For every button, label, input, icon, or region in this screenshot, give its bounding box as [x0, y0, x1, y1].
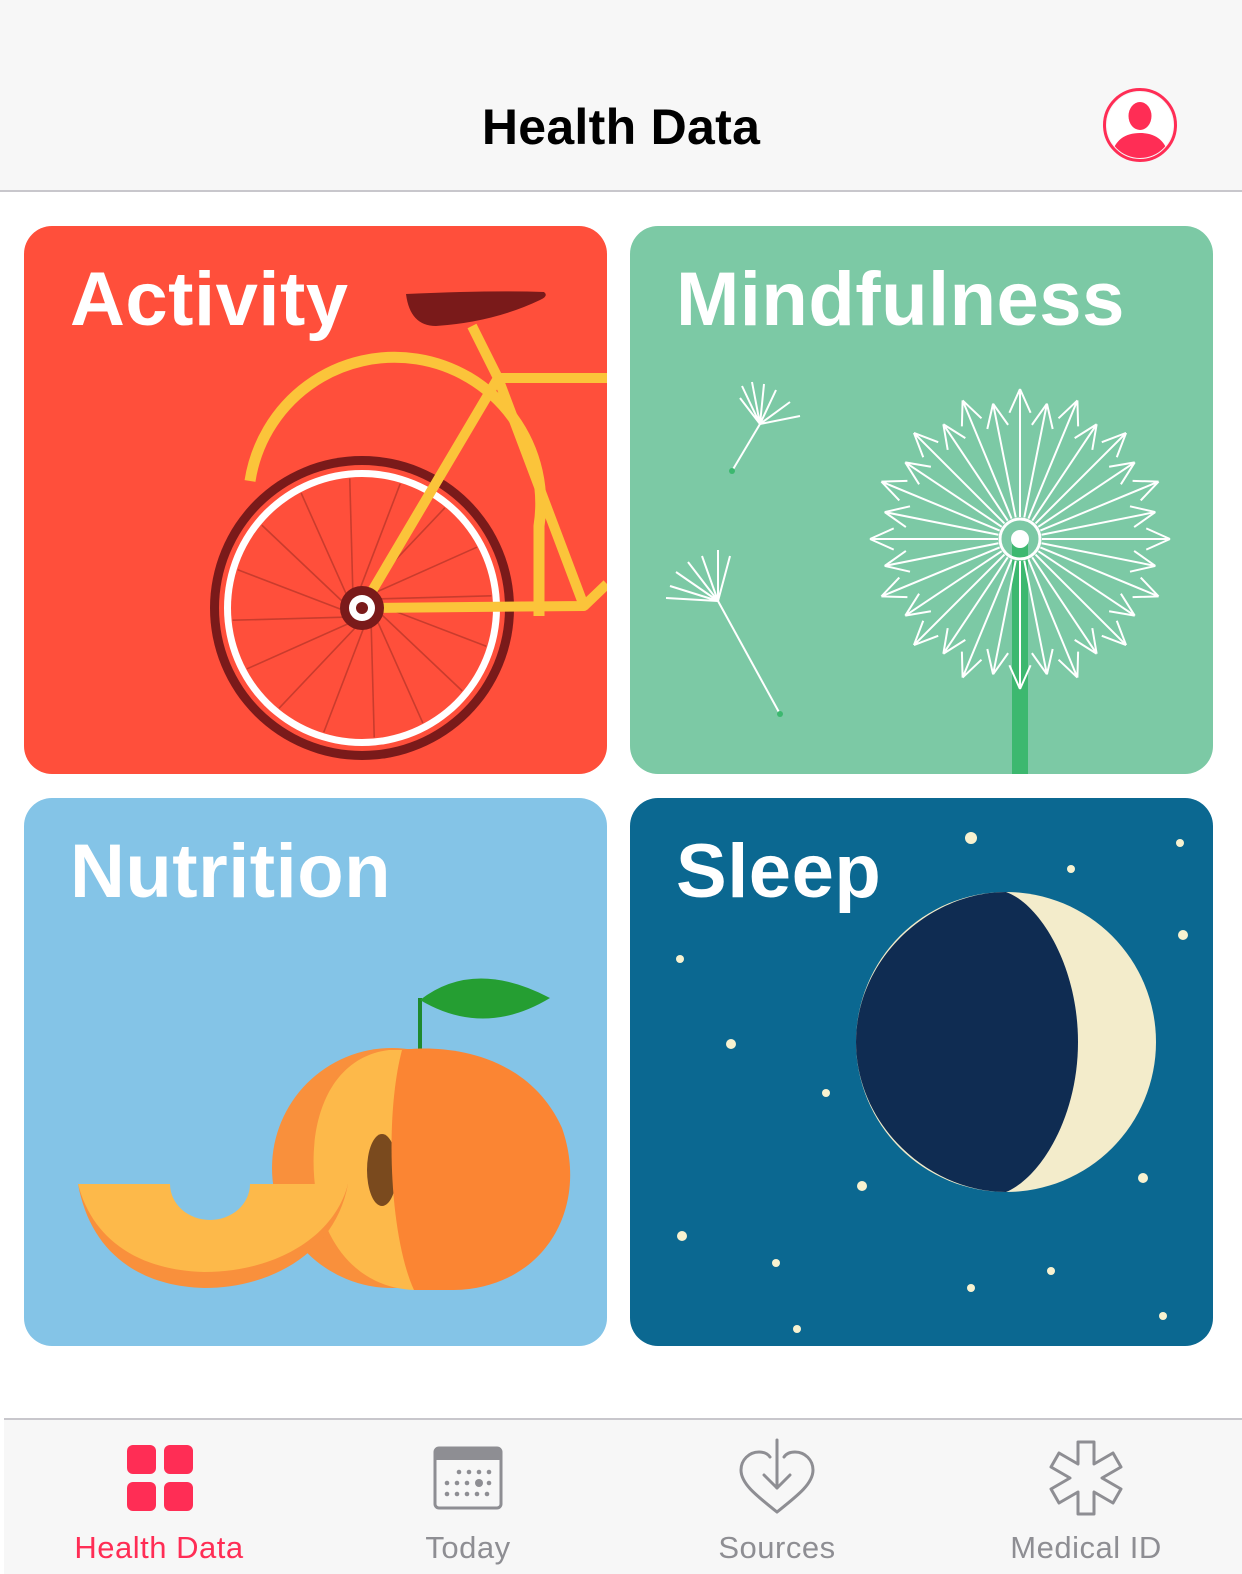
category-label: Mindfulness — [676, 257, 1125, 342]
tab-label: Sources — [718, 1530, 836, 1565]
tab-health-data[interactable]: Health Data — [9, 1420, 309, 1574]
tab-medical-id[interactable]: Medical ID — [936, 1420, 1236, 1574]
navigation-bar: Health Data — [0, 0, 1242, 192]
category-label: Nutrition — [70, 829, 392, 914]
calendar-icon — [433, 1446, 503, 1510]
profile-icon — [1103, 88, 1177, 162]
heart-download-icon — [739, 1438, 815, 1514]
tab-sources[interactable]: Sources — [627, 1420, 927, 1574]
asterisk-icon — [1049, 1440, 1123, 1516]
tab-bar: Health Data Today Sources Medical ID — [4, 1418, 1242, 1574]
category-tile-activity[interactable]: Activity — [24, 226, 607, 774]
category-tile-sleep[interactable]: Sleep — [630, 798, 1213, 1346]
grid-icon — [127, 1445, 193, 1511]
category-tile-mindfulness[interactable]: Mindfulness — [630, 226, 1213, 774]
tab-today[interactable]: Today — [318, 1420, 618, 1574]
category-label: Sleep — [676, 829, 882, 914]
profile-button[interactable] — [1102, 87, 1178, 163]
category-tile-nutrition[interactable]: Nutrition — [24, 798, 607, 1346]
tab-label: Health Data — [74, 1530, 244, 1565]
tab-label: Today — [425, 1530, 511, 1565]
tab-label: Medical ID — [1010, 1530, 1162, 1565]
page-title: Health Data — [481, 99, 761, 155]
category-label: Activity — [70, 257, 349, 342]
